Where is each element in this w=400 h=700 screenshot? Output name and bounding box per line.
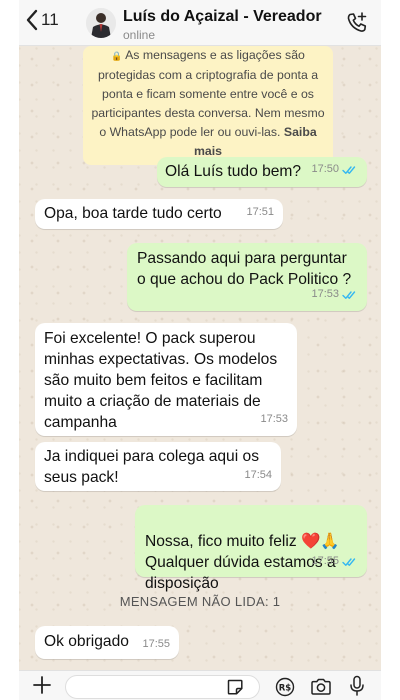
chat-area[interactable]: 🔒 As mensagens e as ligações são protegi… bbox=[19, 46, 381, 670]
unread-chats-count: 11 bbox=[41, 10, 59, 29]
message-time: 17:53 bbox=[260, 413, 288, 425]
message-time: 17:53 bbox=[311, 288, 339, 300]
message-text: Opa, boa tarde tudo certo bbox=[44, 205, 222, 222]
microphone-button[interactable] bbox=[348, 675, 366, 700]
message-meta: 17:54 bbox=[244, 465, 272, 486]
pay-icon: R$ bbox=[275, 677, 295, 697]
double-check-icon bbox=[342, 557, 356, 566]
message-meta: 17:55 bbox=[311, 551, 358, 572]
message-incoming[interactable]: Ja indiquei para colega aqui os seus pac… bbox=[35, 442, 281, 491]
back-chevron-icon bbox=[26, 9, 38, 31]
message-time: 17:50 bbox=[311, 163, 339, 175]
add-call-icon bbox=[347, 12, 367, 32]
whatsapp-chat-screen: 11 Luís do Açaizal - Vereador online 🔒 A… bbox=[19, 0, 381, 700]
message-incoming[interactable]: Opa, boa tarde tudo certo 17:51 bbox=[35, 199, 283, 229]
microphone-icon bbox=[350, 675, 364, 696]
message-composer-bar: R$ bbox=[19, 670, 381, 700]
message-meta: 17:55 bbox=[142, 634, 170, 655]
contact-status: online bbox=[123, 28, 156, 42]
back-button[interactable]: 11 bbox=[25, 9, 59, 31]
add-call-button[interactable] bbox=[345, 11, 369, 40]
message-meta: 17:51 bbox=[246, 202, 274, 223]
chat-header: 11 Luís do Açaizal - Vereador online bbox=[19, 0, 381, 46]
double-check-icon bbox=[342, 290, 356, 299]
camera-icon bbox=[311, 678, 331, 695]
sticker-button[interactable] bbox=[226, 678, 244, 700]
camera-button[interactable] bbox=[310, 678, 332, 700]
sticker-icon bbox=[227, 679, 243, 695]
plus-icon bbox=[33, 676, 51, 694]
message-incoming[interactable]: Ok obrigado 17:55 bbox=[35, 626, 179, 659]
message-outgoing[interactable]: Nossa, fico muito feliz ❤️🙏 Qualquer dúv… bbox=[135, 505, 367, 592]
message-incoming[interactable]: Foi excelente! O pack superou minhas exp… bbox=[35, 323, 297, 436]
message-meta: 17:50 bbox=[311, 159, 358, 180]
message-time: 17:51 bbox=[246, 206, 274, 218]
encryption-notice[interactable]: 🔒 As mensagens e as ligações são protegi… bbox=[83, 46, 333, 165]
message-meta: 17:53 bbox=[311, 284, 358, 305]
contact-name[interactable]: Luís do Açaizal - Vereador bbox=[123, 8, 322, 26]
unread-messages-divider: MENSAGEM NÃO LIDA: 1 bbox=[119, 594, 281, 609]
lock-icon: 🔒 bbox=[111, 51, 123, 61]
svg-text:R$: R$ bbox=[279, 683, 292, 693]
message-meta: 17:53 bbox=[260, 409, 288, 430]
message-time: 17:55 bbox=[311, 555, 339, 567]
message-text: Ja indiquei para colega aqui os seus pac… bbox=[44, 448, 260, 486]
message-time: 17:55 bbox=[142, 638, 170, 650]
avatar[interactable] bbox=[86, 8, 116, 38]
message-text: Foi excelente! O pack superou minhas exp… bbox=[44, 330, 278, 431]
message-outgoing[interactable]: Olá Luís tudo bem? 17:50 bbox=[157, 157, 367, 187]
double-check-icon bbox=[342, 165, 356, 174]
message-time: 17:54 bbox=[244, 469, 272, 481]
message-outgoing[interactable]: Passando aqui para perguntar o que achou… bbox=[127, 243, 367, 311]
attach-button[interactable] bbox=[31, 674, 53, 700]
payment-button[interactable]: R$ bbox=[274, 677, 296, 700]
avatar-person-icon bbox=[86, 8, 116, 38]
